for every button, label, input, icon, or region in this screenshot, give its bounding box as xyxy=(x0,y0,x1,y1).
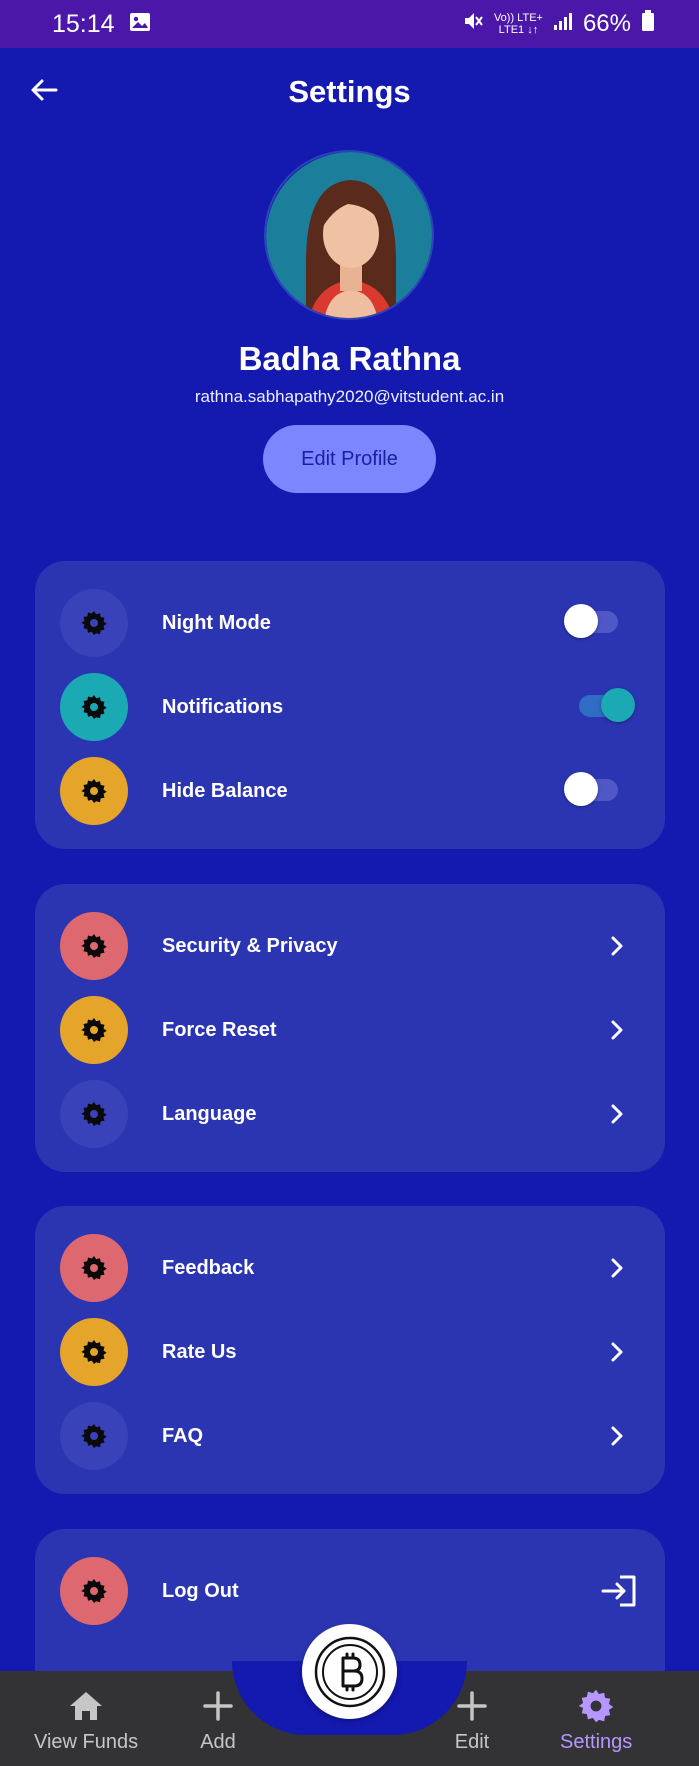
chevron-right-icon xyxy=(605,934,629,958)
nav-edit-label: Edit xyxy=(454,1731,490,1753)
profile-name: Badha Rathna xyxy=(238,340,461,377)
feedback-row[interactable]: Feedback xyxy=(35,1226,665,1310)
plus-icon xyxy=(199,1687,237,1725)
gear-icon xyxy=(81,934,107,958)
rate-us-label: Rate Us xyxy=(162,1340,237,1363)
notifications-icon-circle xyxy=(60,673,128,741)
faq-label: FAQ xyxy=(162,1424,204,1447)
nav-settings[interactable]: Settings xyxy=(560,1687,632,1754)
image-icon xyxy=(129,10,151,39)
security-privacy-row[interactable]: Security & Privacy xyxy=(35,904,665,988)
battery-percent: 66% xyxy=(582,10,631,37)
account-card: Security & Privacy Force Reset Language xyxy=(35,884,665,1172)
nav-view-funds[interactable]: View Funds xyxy=(34,1687,138,1754)
hide-balance-toggle[interactable] xyxy=(564,772,620,806)
nav-edit[interactable]: Edit xyxy=(453,1687,491,1754)
nav-add-label: Add xyxy=(200,1731,236,1753)
logout-label: Log Out xyxy=(162,1579,239,1602)
edit-profile-button[interactable]: Edit Profile xyxy=(263,425,436,493)
force-reset-label: Force Reset xyxy=(162,1018,277,1041)
support-card: Feedback Rate Us FAQ xyxy=(35,1206,665,1494)
gear-icon xyxy=(81,1424,107,1448)
night-mode-icon-circle xyxy=(60,589,128,657)
logout-icon-circle xyxy=(60,1557,128,1625)
night-mode-label: Night Mode xyxy=(162,611,271,634)
notifications-toggle[interactable] xyxy=(579,688,635,722)
gear-icon xyxy=(81,1579,107,1603)
notifications-label: Notifications xyxy=(162,695,284,718)
signal-icon xyxy=(553,10,573,38)
logout-icon xyxy=(599,1573,639,1609)
logout-row[interactable]: Log Out xyxy=(35,1549,665,1633)
rate-us-row[interactable]: Rate Us xyxy=(35,1310,665,1394)
rate-us-icon-circle xyxy=(60,1318,128,1386)
notifications-row[interactable]: Notifications xyxy=(35,665,665,749)
bitcoin-fab-button[interactable] xyxy=(302,1624,397,1719)
gear-icon xyxy=(81,695,107,719)
mute-icon xyxy=(462,10,484,39)
hide-balance-icon-circle xyxy=(60,757,128,825)
gear-icon xyxy=(81,1018,107,1042)
security-icon-circle xyxy=(60,912,128,980)
gear-icon xyxy=(81,1102,107,1126)
night-mode-toggle[interactable] xyxy=(564,604,620,638)
plus-icon xyxy=(453,1687,491,1725)
gear-icon xyxy=(81,1256,107,1280)
gear-icon xyxy=(81,1340,107,1364)
security-privacy-label: Security & Privacy xyxy=(162,934,338,957)
chevron-right-icon xyxy=(605,1256,629,1280)
chevron-right-icon xyxy=(605,1102,629,1126)
gear-icon xyxy=(81,611,107,635)
hide-balance-label: Hide Balance xyxy=(162,779,288,802)
feedback-label: Feedback xyxy=(162,1256,255,1279)
network-top-text: Vo)) LTE+ xyxy=(493,12,543,24)
battery-icon xyxy=(641,9,655,39)
force-reset-icon-circle xyxy=(60,996,128,1064)
app-bar: Settings xyxy=(0,48,699,138)
nav-add[interactable]: Add xyxy=(199,1687,237,1754)
bitcoin-icon xyxy=(314,1636,385,1707)
profile-email: rathna.sabhapathy2020@vitstudent.ac.in xyxy=(194,387,505,406)
gear-icon xyxy=(81,779,107,803)
chevron-right-icon xyxy=(605,1340,629,1364)
preferences-card: Night Mode Notifications Hide Balance xyxy=(35,561,665,849)
page-title: Settings xyxy=(288,74,411,109)
language-label: Language xyxy=(162,1102,257,1125)
hide-balance-row[interactable]: Hide Balance xyxy=(35,749,665,833)
chevron-right-icon xyxy=(605,1424,629,1448)
night-mode-row[interactable]: Night Mode xyxy=(35,581,665,665)
language-icon-circle xyxy=(60,1080,128,1148)
home-icon xyxy=(67,1687,105,1725)
faq-icon-circle xyxy=(60,1402,128,1470)
nav-settings-label: Settings xyxy=(560,1731,633,1753)
feedback-icon-circle xyxy=(60,1234,128,1302)
force-reset-row[interactable]: Force Reset xyxy=(35,988,665,1072)
nav-view-funds-label: View Funds xyxy=(34,1731,139,1753)
network-bottom-text: LTE1 ↓↑ xyxy=(498,24,539,36)
network-indicator: Vo)) LTE+ LTE1 ↓↑ xyxy=(494,12,543,36)
gear-icon xyxy=(577,1687,615,1725)
chevron-right-icon xyxy=(605,1018,629,1042)
language-row[interactable]: Language xyxy=(35,1072,665,1156)
avatar[interactable] xyxy=(264,150,434,320)
faq-row[interactable]: FAQ xyxy=(35,1394,665,1478)
status-bar: 15:14 Vo)) LTE+ LTE1 ↓↑ 66% xyxy=(0,0,699,48)
status-time: 15:14 xyxy=(52,9,115,38)
